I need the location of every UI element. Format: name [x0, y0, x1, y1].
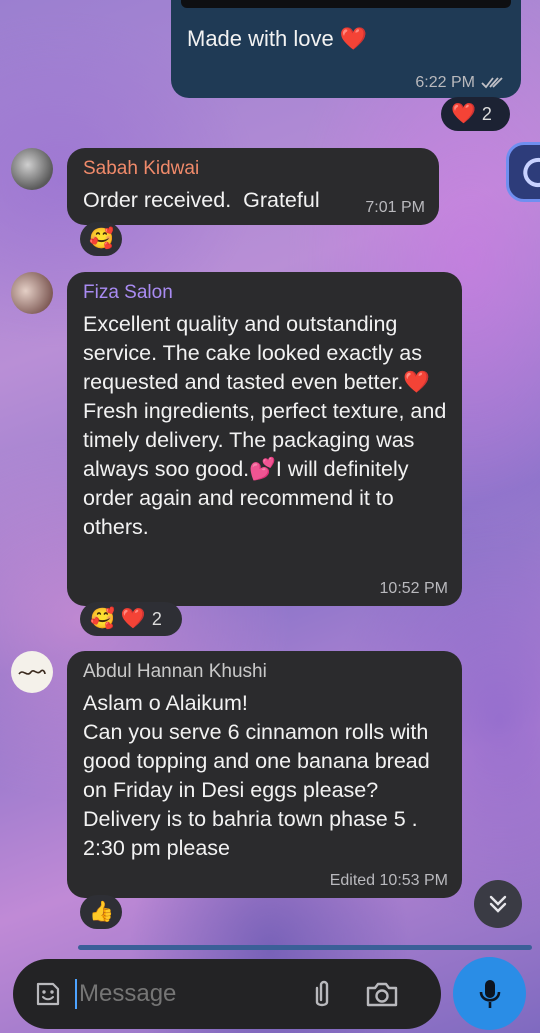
scroll-to-bottom-button[interactable]: [474, 880, 522, 928]
heart-emoji-icon: ❤️: [120, 608, 146, 630]
reaction-chip[interactable]: 🥰 ❤️ 2: [80, 602, 182, 636]
reaction-count: 2: [151, 608, 162, 629]
reaction-count: 2: [481, 103, 492, 124]
reaction-chip[interactable]: 🥰: [80, 222, 122, 256]
sticker-smile-icon[interactable]: [33, 979, 63, 1009]
media-strip: [181, 0, 511, 8]
avatar[interactable]: [11, 148, 53, 190]
message-bubble[interactable]: Sabah Kidwai Order received. Grateful 7:…: [67, 148, 439, 225]
message-composer[interactable]: [13, 959, 441, 1029]
microphone-icon: [479, 979, 500, 1008]
message-text: Excellent quality and outstanding servic…: [83, 312, 453, 540]
message-bubble[interactable]: Fiza Salon Excellent quality and outstan…: [67, 272, 462, 606]
message-text: Made with love ❤️: [187, 26, 368, 51]
reaction-chip[interactable]: ❤️ 2: [441, 97, 510, 131]
message-time: Edited 10:53 PM: [329, 872, 448, 889]
message-text: Aslam o Alaikum! Can you serve 6 cinnamo…: [83, 691, 430, 861]
message-time: 6:22 PM: [415, 74, 505, 92]
message-time: 10:52 PM: [379, 580, 448, 597]
avatar[interactable]: [11, 272, 53, 314]
app-badge-icon[interactable]: [506, 142, 540, 202]
paperclip-icon[interactable]: [309, 978, 335, 1010]
heart-emoji-icon: ❤️: [451, 103, 476, 125]
message-time: 7:01 PM: [365, 199, 425, 216]
camera-icon[interactable]: [365, 979, 399, 1009]
smiling-hearts-emoji-icon: 🥰: [90, 608, 115, 630]
sender-name[interactable]: Sabah Kidwai: [83, 158, 423, 180]
voice-record-button[interactable]: [453, 957, 526, 1030]
sender-name[interactable]: Abdul Hannan Khushi: [83, 661, 446, 683]
calligraphy-logo-icon: [18, 669, 46, 675]
text-cursor: [75, 979, 77, 1009]
message-bubble-outgoing[interactable]: Made with love ❤️ 6:22 PM: [171, 0, 521, 98]
smiling-hearts-emoji-icon: 🥰: [89, 228, 114, 250]
divider: [78, 945, 532, 950]
message-input[interactable]: [79, 980, 289, 1008]
thumbs-up-emoji-icon: 👍: [89, 901, 114, 923]
sender-name[interactable]: Fiza Salon: [83, 282, 446, 304]
message-bubble[interactable]: Abdul Hannan Khushi Aslam o Alaikum! Can…: [67, 651, 462, 898]
reaction-chip[interactable]: 👍: [80, 895, 122, 929]
avatar[interactable]: [11, 651, 53, 693]
double-check-icon: [481, 77, 503, 89]
chevron-double-down-icon: [489, 895, 507, 913]
